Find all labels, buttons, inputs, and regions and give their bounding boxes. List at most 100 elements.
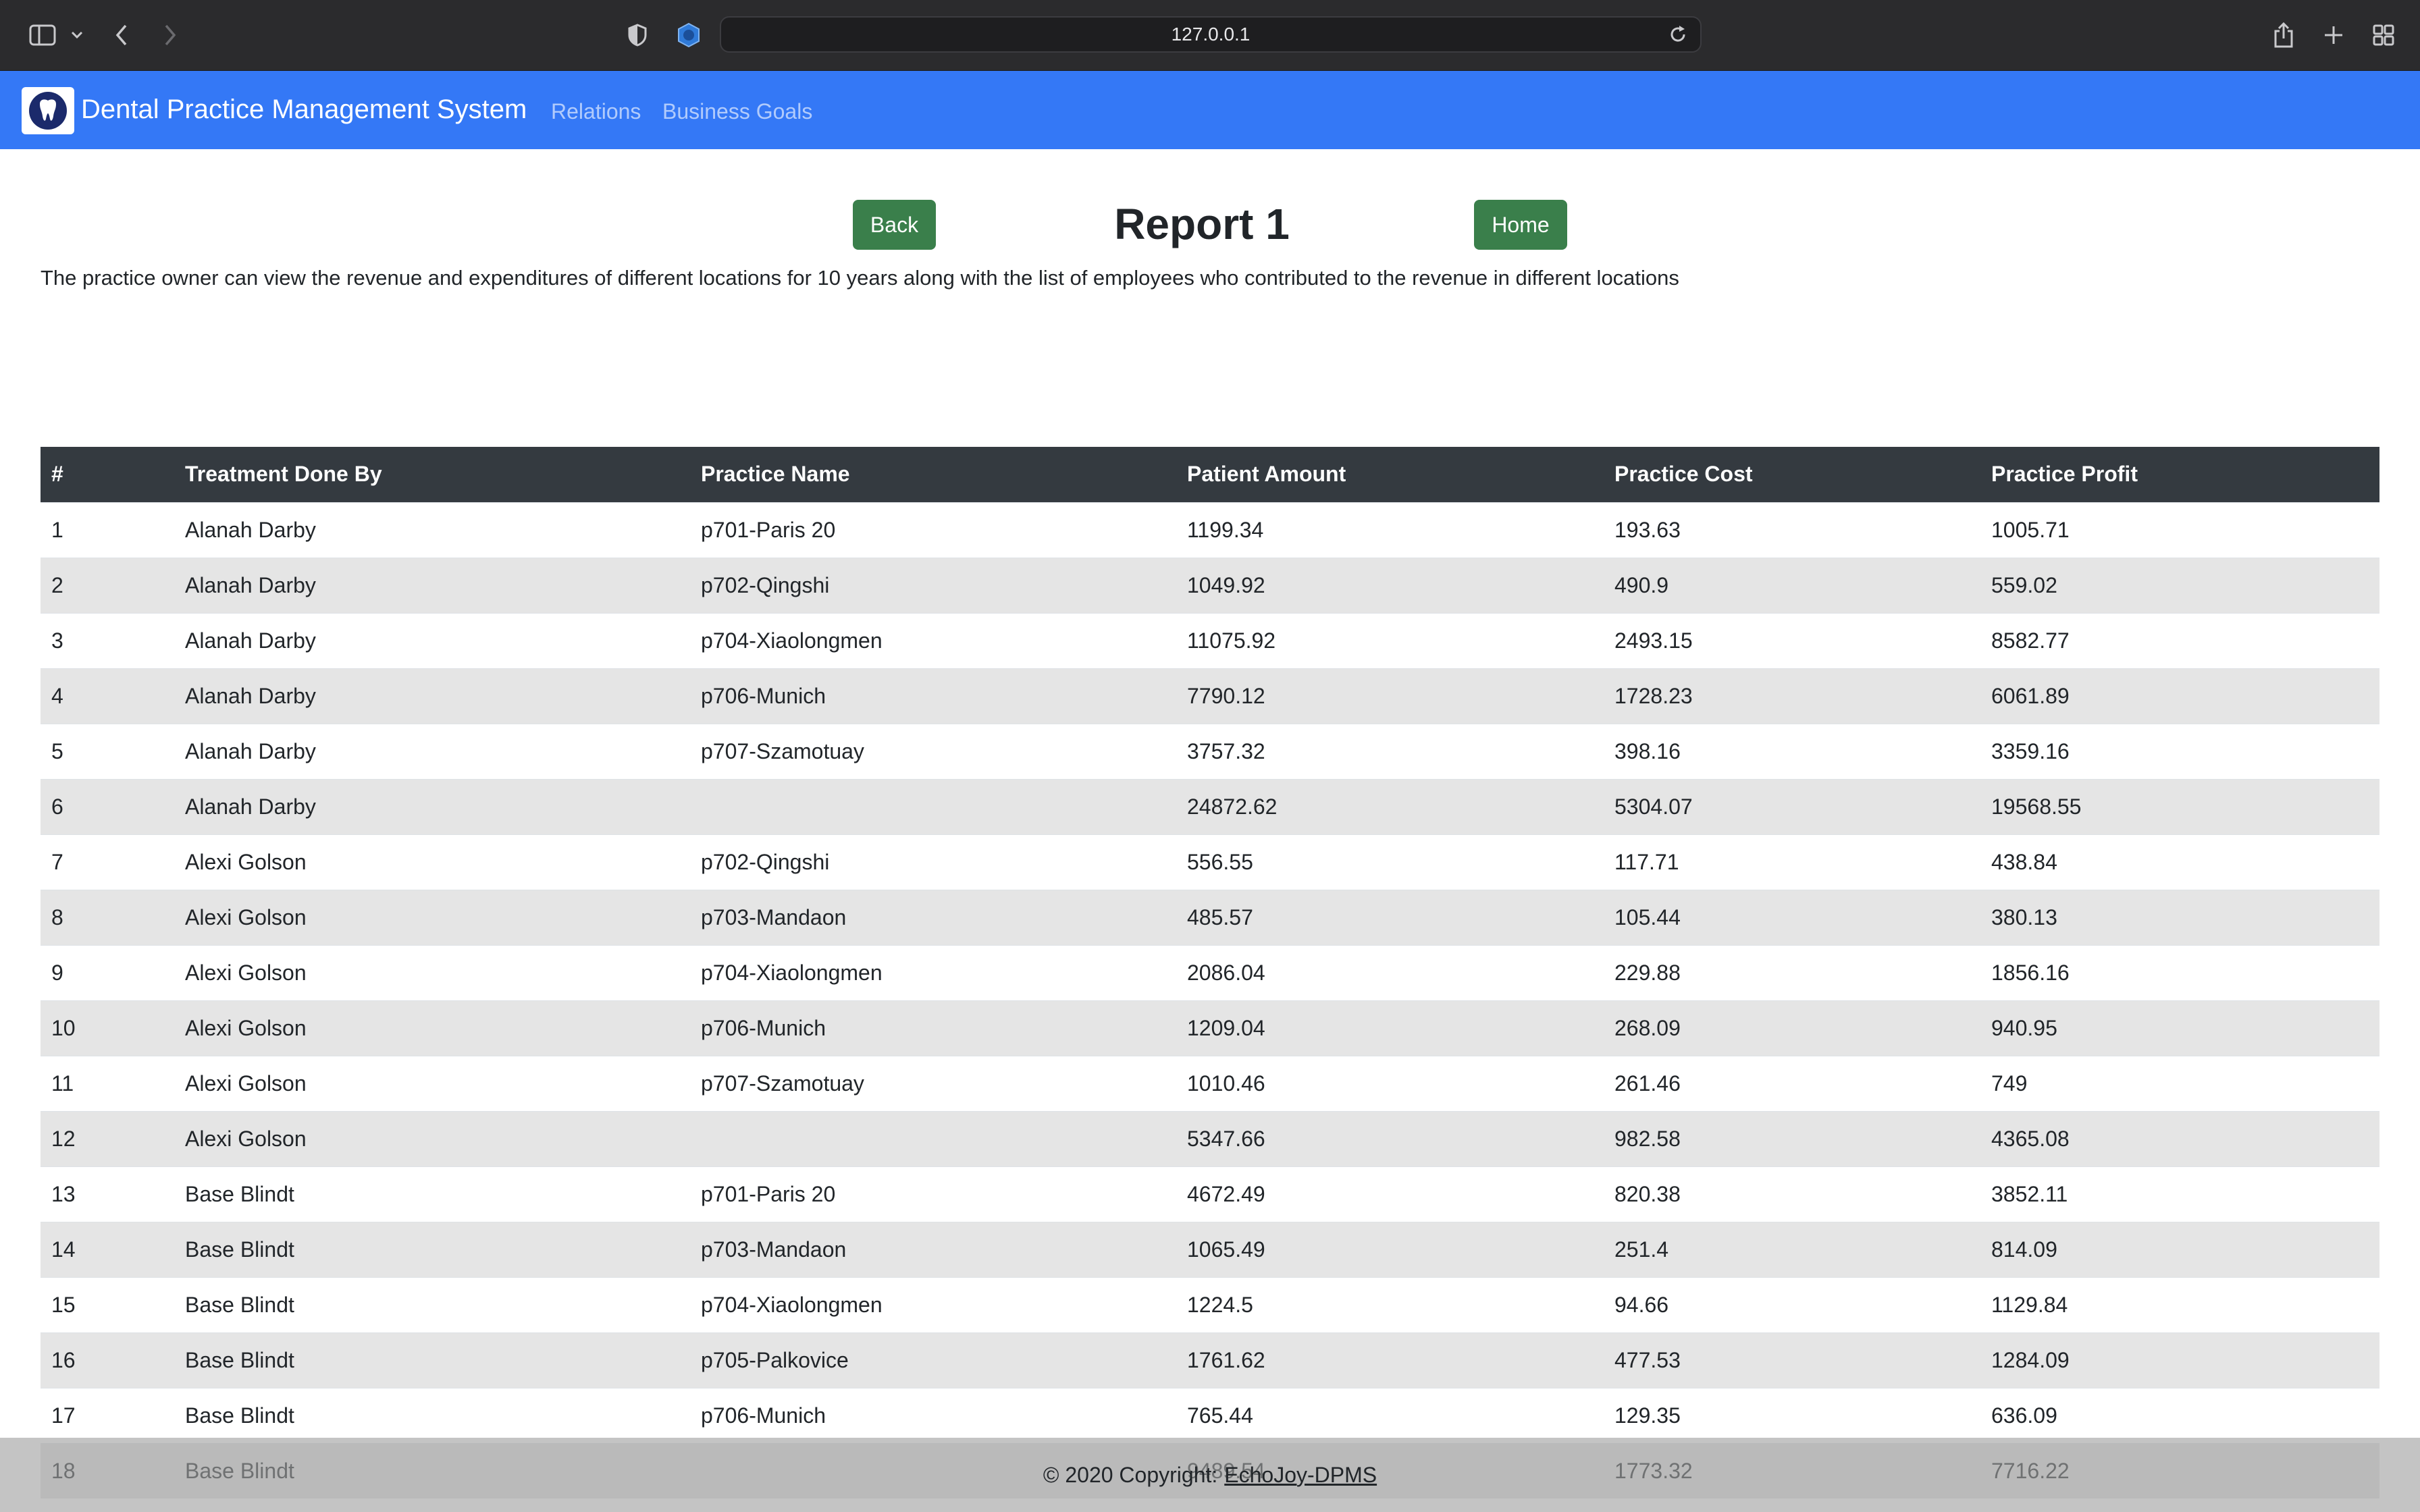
table-row: 8 Alexi Golson p703-Mandaon 485.57 105.44 380… — [41, 889, 2379, 945]
reload-icon[interactable] — [1668, 24, 1688, 49]
column-header: Practice Name — [701, 462, 850, 487]
table-cell: Alexi Golson — [174, 834, 690, 890]
table-cell: 820.38 — [1604, 1166, 1980, 1222]
table-row: 14 Base Blindt p703-Mandaon 1065.49 251.4 814… — [41, 1221, 2379, 1277]
privacy-shield-icon[interactable] — [624, 18, 651, 53]
table-header-row: # Treatment Done By Practice Name Patien… — [41, 447, 2379, 502]
table-cell: Alexi Golson — [174, 889, 690, 945]
report-table: # Treatment Done By Practice Name Patien… — [41, 447, 2379, 1498]
chevron-down-icon[interactable] — [66, 18, 88, 53]
extension-icon[interactable] — [674, 18, 704, 53]
brand-title[interactable]: Dental Practice Management System — [81, 91, 527, 128]
table-cell: p706-Munich — [690, 668, 1176, 724]
table-row: 10 Alexi Golson p706-Munich 1209.04 268.09 94… — [41, 1000, 2379, 1056]
table-cell: 1728.23 — [1604, 668, 1980, 724]
table-cell: 556.55 — [1176, 834, 1604, 890]
table-cell: 1199.34 — [1176, 502, 1604, 558]
table-cell: p705-Palkovice — [690, 1332, 1176, 1388]
table-cell: 5347.66 — [1176, 1110, 1604, 1166]
table-cell: 477.53 — [1604, 1332, 1980, 1388]
share-icon[interactable] — [2270, 18, 2297, 53]
forward-arrow-icon[interactable] — [157, 18, 184, 53]
table-cell: 251.4 — [1604, 1221, 1980, 1277]
table-cell: 982.58 — [1604, 1110, 1980, 1166]
table-cell: 129.35 — [1604, 1387, 1980, 1443]
table-cell: Base Blindt — [174, 1276, 690, 1332]
table-cell: 16 — [41, 1332, 174, 1388]
address-bar[interactable]: 127.0.0.1 — [720, 16, 1702, 53]
page-title: Report 1 — [1114, 200, 1290, 248]
table-cell: 5 — [41, 723, 174, 779]
table-row: 4 Alanah Darby p706-Munich 7790.12 1728.23 60… — [41, 668, 2379, 724]
table-cell: 1284.09 — [1980, 1332, 2379, 1388]
table-cell: 1129.84 — [1980, 1276, 2379, 1332]
table-cell: 24872.62 — [1176, 778, 1604, 834]
table-cell: 2086.04 — [1176, 944, 1604, 1000]
table-cell: p704-Xiaolongmen — [690, 1276, 1176, 1332]
table-cell: 7790.12 — [1176, 668, 1604, 724]
table-cell: 15 — [41, 1276, 174, 1332]
tab-overview-icon[interactable] — [2370, 18, 2397, 53]
footer-link[interactable]: EchoJoy-DPMS — [1224, 1463, 1377, 1488]
table-cell: Alexi Golson — [174, 944, 690, 1000]
table-cell: 5304.07 — [1604, 778, 1980, 834]
nav-link-business-goals[interactable]: Business Goals — [662, 97, 812, 126]
table-row: 7 Alexi Golson p702-Qingshi 556.55 117.71 438… — [41, 834, 2379, 890]
new-tab-icon[interactable] — [2320, 18, 2347, 53]
back-arrow-icon[interactable] — [108, 18, 135, 53]
table-cell: 1005.71 — [1980, 502, 2379, 558]
table-cell: p707-Szamotuay — [690, 723, 1176, 779]
table-cell: 490.9 — [1604, 557, 1980, 613]
table-cell: 6 — [41, 778, 174, 834]
table-cell: 268.09 — [1604, 1000, 1980, 1056]
table-cell: p701-Paris 20 — [690, 1166, 1176, 1222]
table-cell: Alanah Darby — [174, 778, 690, 834]
browser-toolbar: 127.0.0.1 — [0, 0, 2420, 71]
nav-link-relations[interactable]: Relations — [551, 97, 641, 126]
table-cell: 4365.08 — [1980, 1110, 2379, 1166]
table-row: 17 Base Blindt p706-Munich 765.44 129.35 636.… — [41, 1387, 2379, 1443]
table-cell: 1761.62 — [1176, 1332, 1604, 1388]
table-row: 5 Alanah Darby p707-Szamotuay 3757.32 398.16… — [41, 723, 2379, 779]
table-cell: 9 — [41, 944, 174, 1000]
back-button[interactable]: Back — [853, 200, 936, 250]
table-cell: 485.57 — [1176, 889, 1604, 945]
home-button[interactable]: Home — [1474, 200, 1567, 250]
table-cell: Base Blindt — [174, 1221, 690, 1277]
table-body: 1 Alanah Darby p701-Paris 20 1199.34 193.63 1… — [41, 502, 2379, 1498]
sidebar-toggle-icon[interactable] — [26, 18, 59, 53]
table-row: 2 Alanah Darby p702-Qingshi 1049.92 490.9 559… — [41, 557, 2379, 613]
table-cell: 17 — [41, 1387, 174, 1443]
table-cell: 814.09 — [1980, 1221, 2379, 1277]
table-cell: p702-Qingshi — [690, 557, 1176, 613]
table-cell: 2 — [41, 557, 174, 613]
table-cell: 765.44 — [1176, 1387, 1604, 1443]
table-cell: 1224.5 — [1176, 1276, 1604, 1332]
table-cell — [690, 778, 1176, 834]
table-cell: 8582.77 — [1980, 612, 2379, 668]
table-cell: p706-Munich — [690, 1000, 1176, 1056]
table-cell: 13 — [41, 1166, 174, 1222]
table-cell: p706-Munich — [690, 1387, 1176, 1443]
table-cell — [690, 1110, 1176, 1166]
table-cell: 14 — [41, 1221, 174, 1277]
table-cell: 1 — [41, 502, 174, 558]
table-cell: 559.02 — [1980, 557, 2379, 613]
table-cell: 749 — [1980, 1055, 2379, 1111]
footer: © 2020 Copyright: EchoJoy-DPMS — [0, 1438, 2420, 1512]
table-cell: 2493.15 — [1604, 612, 1980, 668]
tooth-logo-icon[interactable] — [22, 87, 74, 134]
table-cell: 193.63 — [1604, 502, 1980, 558]
table-cell: Alanah Darby — [174, 723, 690, 779]
table-cell: p702-Qingshi — [690, 834, 1176, 890]
table-row: 6 Alanah Darby 24872.62 5304.07 19568.55 — [41, 778, 2379, 834]
table-cell: Alanah Darby — [174, 502, 690, 558]
table-cell: 11 — [41, 1055, 174, 1111]
table-cell: 398.16 — [1604, 723, 1980, 779]
table-cell: Alanah Darby — [174, 668, 690, 724]
table-cell: 1065.49 — [1176, 1221, 1604, 1277]
table-cell: 7 — [41, 834, 174, 890]
table-cell: 105.44 — [1604, 889, 1980, 945]
table-cell: 1049.92 — [1176, 557, 1604, 613]
table-cell: p703-Mandaon — [690, 1221, 1176, 1277]
